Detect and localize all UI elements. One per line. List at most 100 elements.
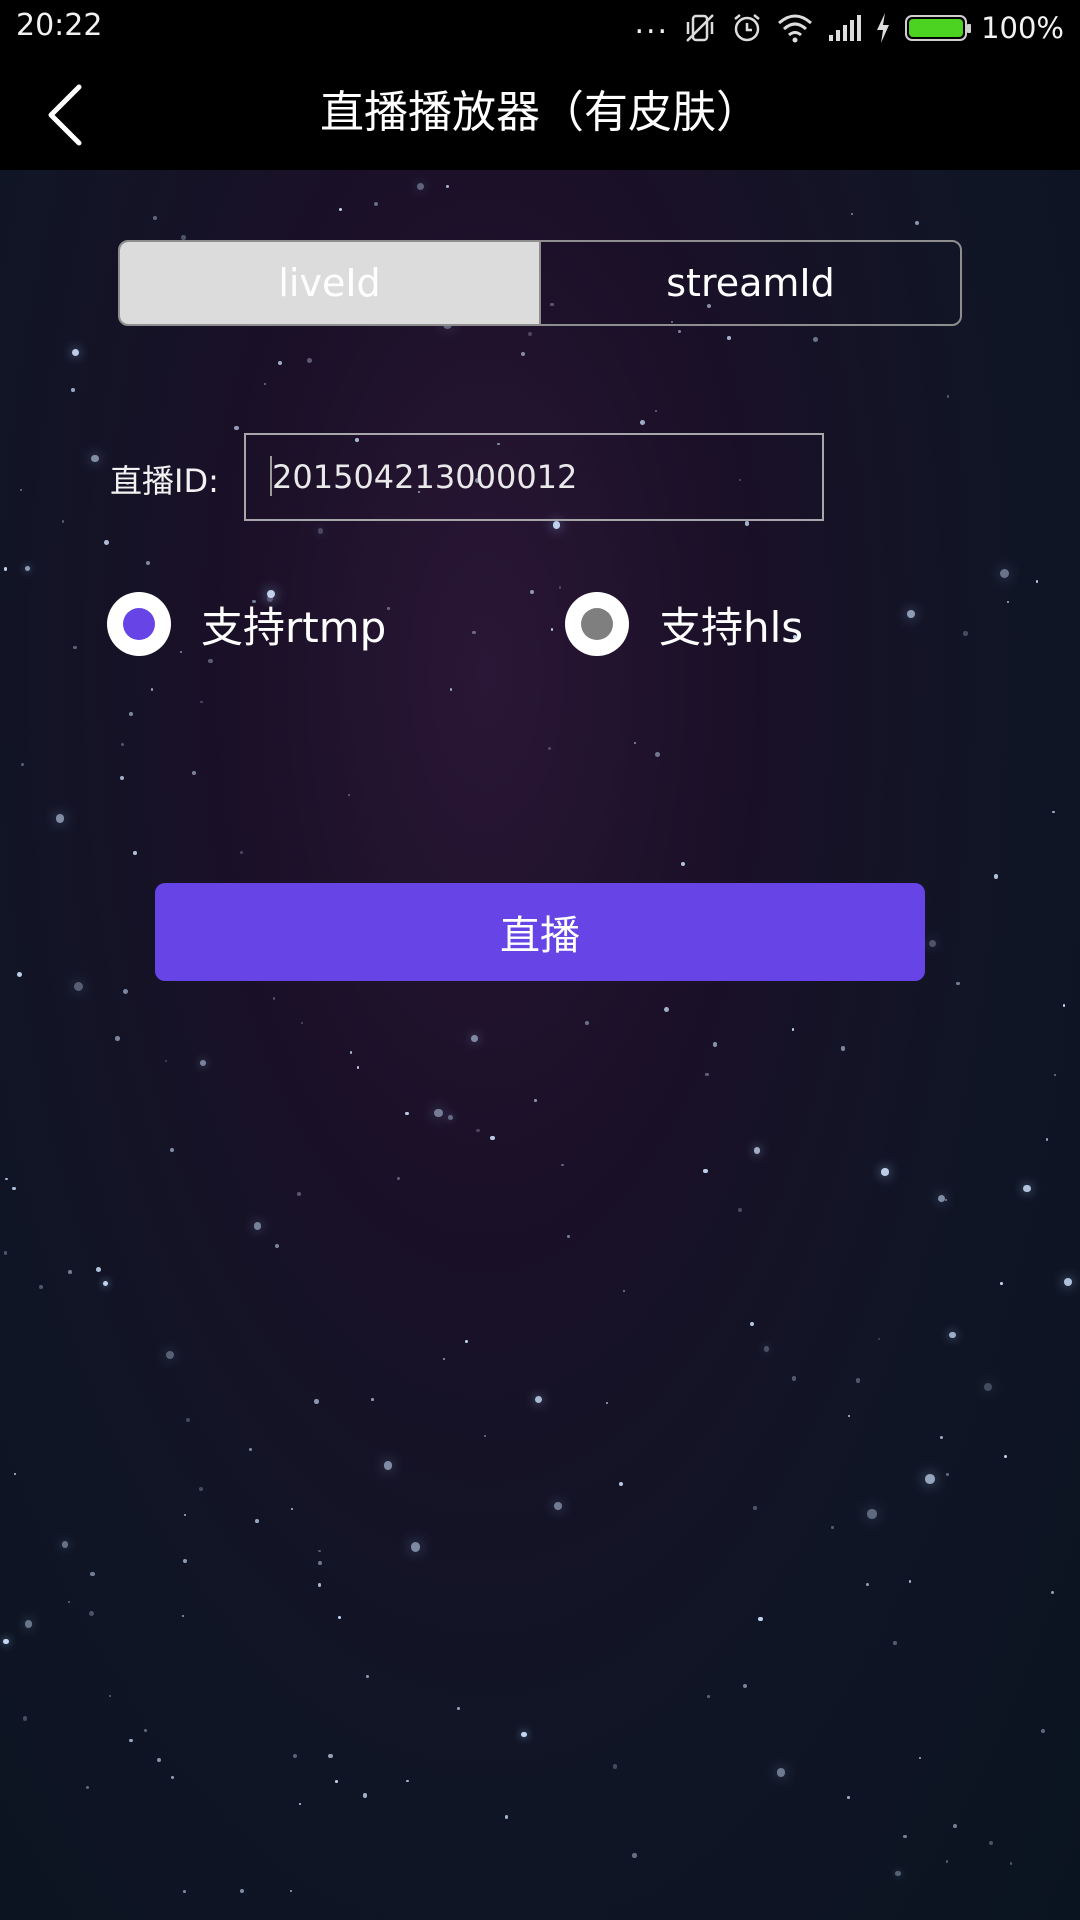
- star-decoration: [550, 628, 554, 631]
- battery-percent: 100%: [981, 11, 1064, 45]
- star-decoration: [61, 520, 65, 523]
- radio-rtmp[interactable]: 支持rtmp: [107, 592, 386, 656]
- star-decoration: [72, 348, 80, 356]
- star-decoration: [561, 1163, 564, 1167]
- star-decoration: [183, 1513, 186, 1516]
- star-decoration: [71, 388, 75, 392]
- star-decoration: [618, 1481, 623, 1486]
- star-decoration: [983, 1382, 993, 1392]
- star-decoration: [738, 1208, 743, 1213]
- star-decoration: [895, 1870, 901, 1876]
- star-decoration: [334, 1779, 338, 1783]
- tab-streamid[interactable]: streamId: [539, 242, 960, 324]
- star-decoration: [306, 357, 312, 363]
- star-decoration: [185, 1417, 190, 1422]
- star-decoration: [338, 1616, 342, 1620]
- star-decoration: [240, 1888, 245, 1893]
- star-decoration: [612, 1764, 618, 1769]
- star-decoration: [434, 1108, 443, 1118]
- star-decoration: [278, 361, 283, 366]
- star-decoration: [318, 1549, 321, 1553]
- star-decoration: [22, 1716, 28, 1721]
- star-decoration: [988, 1841, 993, 1846]
- star-decoration: [387, 607, 390, 610]
- star-decoration: [96, 1266, 102, 1272]
- star-decoration: [384, 1461, 393, 1470]
- battery-icon: [905, 15, 972, 41]
- star-decoration: [120, 776, 125, 781]
- star-decoration: [791, 1028, 794, 1031]
- star-decoration: [776, 1768, 785, 1777]
- star-decoration: [91, 454, 100, 463]
- live-id-input[interactable]: [244, 433, 824, 521]
- radio-button-unselected[interactable]: [565, 592, 629, 656]
- star-decoration: [505, 1815, 509, 1819]
- star-decoration: [566, 1234, 571, 1239]
- star-decoration: [713, 1042, 718, 1047]
- star-decoration: [234, 425, 239, 431]
- star-decoration: [706, 1695, 711, 1699]
- star-decoration: [356, 1065, 360, 1069]
- star-decoration: [449, 688, 453, 692]
- star-decoration: [1000, 569, 1010, 579]
- star-decoration: [956, 981, 960, 986]
- star-decoration: [143, 1728, 148, 1733]
- star-decoration: [606, 1401, 609, 1404]
- star-decoration: [534, 1396, 543, 1404]
- star-decoration: [73, 982, 83, 992]
- star-decoration: [949, 1331, 956, 1339]
- start-live-button[interactable]: 直播: [155, 883, 925, 981]
- status-time: 20:22: [16, 8, 103, 43]
- star-decoration: [705, 1072, 709, 1077]
- status-bar: 20:22 ... 100%: [0, 0, 1080, 56]
- star-decoration: [914, 220, 920, 225]
- star-decoration: [1023, 1184, 1031, 1192]
- radio-rtmp-label: 支持rtmp: [201, 602, 387, 652]
- star-decoration: [410, 1542, 421, 1552]
- star-decoration: [831, 1526, 834, 1529]
- star-decoration: [791, 1376, 796, 1381]
- star-decoration: [847, 1796, 850, 1799]
- star-decoration: [893, 1641, 897, 1646]
- star-decoration: [89, 1611, 95, 1617]
- star-decoration: [123, 988, 129, 994]
- star-decoration: [448, 1115, 454, 1121]
- star-decoration: [349, 1051, 353, 1054]
- star-decoration: [13, 1472, 17, 1475]
- star-decoration: [254, 1519, 259, 1524]
- star-decoration: [328, 1753, 333, 1759]
- star-decoration: [753, 1506, 757, 1510]
- star-decoration: [520, 1731, 527, 1738]
- star-decoration: [68, 1601, 71, 1604]
- star-decoration: [944, 1198, 948, 1201]
- star-decoration: [632, 1853, 637, 1858]
- star-decoration: [484, 1434, 487, 1437]
- overflow-dots: ...: [634, 5, 670, 41]
- star-decoration: [490, 1135, 495, 1140]
- battery-fill: [909, 19, 964, 37]
- star-decoration: [62, 1541, 69, 1548]
- star-decoration: [554, 1502, 562, 1511]
- star-decoration: [758, 1617, 763, 1622]
- star-decoration: [867, 1509, 877, 1519]
- star-decoration: [417, 182, 425, 190]
- star-decoration: [850, 212, 854, 215]
- star-decoration: [108, 1694, 112, 1698]
- star-decoration: [253, 1222, 262, 1230]
- star-decoration: [314, 1399, 319, 1404]
- radio-hls-label: 支持hls: [659, 602, 804, 652]
- star-decoration: [855, 1378, 860, 1383]
- radio-button-selected[interactable]: [107, 592, 171, 656]
- star-decoration: [937, 1195, 946, 1203]
- radio-dot: [581, 608, 613, 640]
- star-decoration: [677, 329, 681, 333]
- star-decoration: [150, 688, 154, 691]
- tab-liveid[interactable]: liveId: [120, 242, 539, 324]
- star-decoration: [847, 1414, 851, 1418]
- star-decoration: [338, 207, 343, 212]
- star-decoration: [405, 1112, 409, 1116]
- star-decoration: [115, 1036, 120, 1041]
- radio-hls[interactable]: 支持hls: [565, 592, 803, 656]
- star-decoration: [763, 1345, 770, 1352]
- alarm-icon: [731, 12, 763, 44]
